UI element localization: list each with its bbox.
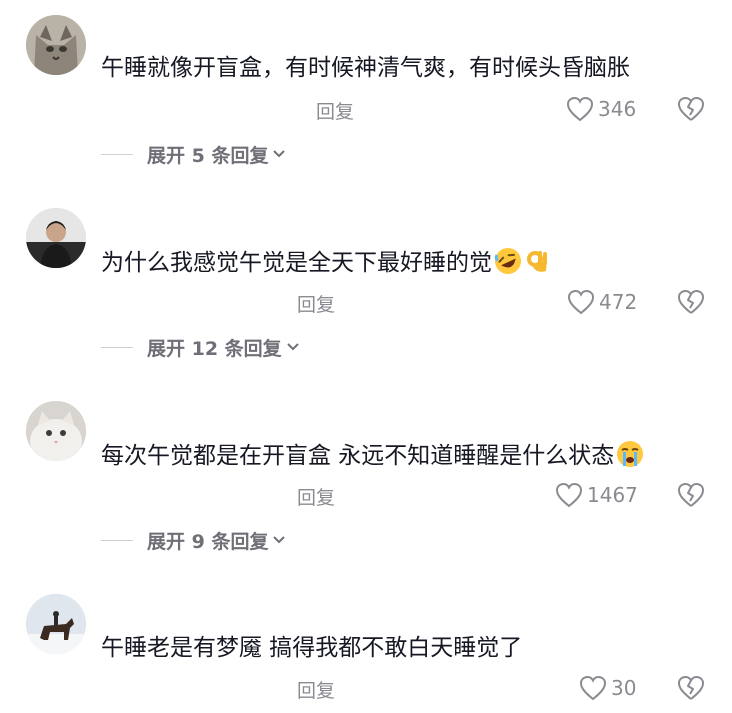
like-count: 472 bbox=[599, 290, 638, 314]
like-count: 30 bbox=[611, 676, 637, 700]
rofl-emoji-icon bbox=[494, 248, 521, 274]
like-count: 346 bbox=[598, 97, 637, 121]
divider-line bbox=[101, 346, 133, 348]
reply-button[interactable]: 回复 bbox=[316, 97, 354, 124]
expand-replies-button[interactable]: 展开 12 条回复 bbox=[101, 332, 300, 362]
broken-heart-icon bbox=[678, 483, 704, 507]
comment-text-content: 每次午觉都是在开盲盒 永远不知道睡醒是什么状态 bbox=[101, 443, 615, 469]
reply-button[interactable]: 回复 bbox=[297, 290, 335, 317]
broken-heart-icon bbox=[678, 676, 704, 700]
chevron-down-icon bbox=[273, 536, 286, 544]
expand-replies-label: 展开 12 条回复 bbox=[147, 337, 282, 360]
avatar[interactable] bbox=[26, 401, 86, 461]
divider-line bbox=[101, 539, 133, 541]
comment-text: 为什么我感觉午觉是全天下最好睡的觉 bbox=[101, 247, 712, 278]
comment-text-content: 午睡老是有梦魇 搞得我都不敢白天睡觉了 bbox=[101, 635, 523, 661]
comment-text: 午睡老是有梦魇 搞得我都不敢白天睡觉了 bbox=[101, 633, 712, 663]
expand-replies-label: 展开 9 条回复 bbox=[147, 530, 269, 553]
crying-emoji-icon bbox=[617, 441, 644, 467]
expand-replies-button[interactable]: 展开 5 条回复 bbox=[101, 139, 286, 169]
like-button[interactable]: 30 bbox=[579, 673, 636, 703]
broken-heart-icon bbox=[678, 290, 704, 314]
like-count: 1467 bbox=[587, 483, 638, 507]
white-cat-avatar-image bbox=[26, 401, 86, 461]
chevron-down-icon bbox=[273, 150, 286, 158]
heart-outline-icon bbox=[567, 289, 595, 315]
dislike-button[interactable] bbox=[677, 288, 705, 316]
comment-text: 每次午觉都是在开盲盒 永远不知道睡醒是什么状态 bbox=[101, 440, 712, 471]
dislike-button[interactable] bbox=[677, 95, 705, 123]
heart-outline-icon bbox=[555, 482, 583, 508]
chevron-down-icon bbox=[286, 343, 299, 351]
divider-line bbox=[101, 153, 133, 155]
person-avatar-image bbox=[26, 208, 86, 268]
like-button[interactable]: 346 bbox=[566, 94, 636, 124]
avatar[interactable] bbox=[26, 594, 86, 654]
expand-replies-label: 展开 5 条回复 bbox=[147, 144, 269, 167]
comment-text-content: 午睡就像开盲盒，有时候神清气爽，有时候头昏脑胀 bbox=[101, 55, 630, 81]
heart-outline-icon bbox=[566, 96, 594, 122]
expand-replies-button[interactable]: 展开 9 条回复 bbox=[101, 525, 286, 555]
avatar[interactable] bbox=[26, 208, 86, 268]
broken-heart-icon bbox=[678, 97, 704, 121]
horse-rider-avatar-image bbox=[26, 594, 86, 654]
avatar[interactable] bbox=[26, 15, 86, 75]
heart-outline-icon bbox=[579, 675, 607, 701]
reply-button[interactable]: 回复 bbox=[297, 483, 335, 510]
dislike-button[interactable] bbox=[677, 674, 705, 702]
comment-text: 午睡就像开盲盒，有时候神清气爽，有时候头昏脑胀 bbox=[101, 53, 712, 83]
dislike-button[interactable] bbox=[677, 481, 705, 509]
cat-avatar-image bbox=[26, 15, 86, 75]
like-button[interactable]: 1467 bbox=[555, 480, 638, 510]
comment-text-content: 为什么我感觉午觉是全天下最好睡的觉 bbox=[101, 250, 492, 276]
ok-hand-emoji-icon bbox=[527, 251, 547, 272]
like-button[interactable]: 472 bbox=[567, 287, 637, 317]
reply-button[interactable]: 回复 bbox=[297, 676, 335, 703]
